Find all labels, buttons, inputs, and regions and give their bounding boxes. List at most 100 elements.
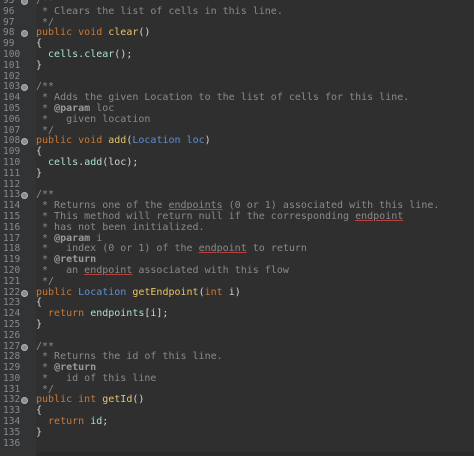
code-token: ) <box>234 286 241 298</box>
code-token: loc <box>90 102 115 114</box>
code-token: endpoints <box>90 308 145 320</box>
code-token: } <box>36 167 43 179</box>
code-token: endpoints <box>168 200 223 212</box>
code-token: * id of this line <box>36 372 157 384</box>
code-line[interactable]: return id; <box>36 416 474 428</box>
code-line[interactable]: * Clears the list of cells in this line. <box>36 5 474 18</box>
line-number-gutter[interactable]: 95 96 97 98 99 100 101 102 103 104 105 106 107 108 109… <box>0 0 36 456</box>
code-token: * <box>36 362 55 374</box>
code-line[interactable]: public Location getEndpoint(int i) <box>36 286 474 299</box>
code-token: * has not been initialized. <box>36 221 205 233</box>
code-line[interactable]: * Returns the id of this line. <box>36 351 474 363</box>
code-token: cells <box>36 48 79 60</box>
line-number: 136 <box>3 437 21 449</box>
code-token: add <box>84 156 103 168</box>
code-token: * Clears the list of cells in this line. <box>36 5 283 17</box>
code-line[interactable] <box>36 331 474 342</box>
line-number: 96 <box>3 5 15 17</box>
code-token: clear <box>84 48 115 60</box>
code-editor[interactable]: 95 96 97 98 99 100 101 102 103 104 105 106 107 108 109… <box>0 0 474 456</box>
fold-marker-icon[interactable] <box>21 84 28 92</box>
code-token: (0 or 1) associated with this line. <box>222 200 440 212</box>
fold-marker-icon[interactable] <box>21 0 28 5</box>
fold-marker-icon[interactable] <box>21 343 28 351</box>
code-token: () <box>132 394 145 406</box>
code-token: * an <box>36 264 85 276</box>
code-token: endpoint <box>198 243 247 255</box>
code-token: to return <box>246 243 307 255</box>
code-token: * Returns one of the <box>36 200 169 212</box>
code-token: * Returns the id of this line. <box>36 351 223 363</box>
code-token: { <box>36 297 43 309</box>
code-token: */ <box>36 383 55 395</box>
code-line[interactable]: } <box>36 318 474 331</box>
fold-marker-icon[interactable] <box>21 289 28 297</box>
code-token: return <box>36 308 91 320</box>
code-token: @param <box>54 102 91 114</box>
code-token: int <box>78 394 103 406</box>
code-line[interactable] <box>36 180 474 191</box>
code-token: } <box>36 318 43 330</box>
code-token: @return <box>54 254 97 266</box>
code-token: [i]; <box>144 308 169 320</box>
code-token: void <box>78 27 109 39</box>
code-token: */ <box>36 124 55 136</box>
code-token: getEndpoint <box>132 286 199 298</box>
code-token: endpoint <box>84 264 133 276</box>
code-line[interactable]: * given location <box>36 114 474 126</box>
code-token: int <box>204 286 229 298</box>
code-line[interactable]: } <box>36 167 474 180</box>
code-token: loc <box>186 135 205 147</box>
code-token: Location <box>78 286 133 298</box>
code-token: () <box>138 27 151 39</box>
code-token: public <box>36 27 79 39</box>
code-token: * This method will return null if the co… <box>36 210 356 222</box>
fold-marker-icon[interactable] <box>21 138 28 146</box>
code-line[interactable] <box>36 72 474 83</box>
line-number: 116 <box>3 221 21 233</box>
code-token: i <box>90 232 103 244</box>
line-number: 106 <box>3 113 21 125</box>
line-number: 121 <box>3 275 21 287</box>
code-line[interactable]: cells.add(loc); <box>36 156 474 169</box>
code-line[interactable]: } <box>36 59 474 72</box>
code-token: getId <box>102 394 133 406</box>
code-token: { <box>36 38 43 50</box>
code-line[interactable]: public void add(Location loc) <box>36 135 474 147</box>
code-token: * <box>36 254 55 266</box>
code-token: /** <box>36 81 55 93</box>
code-line[interactable]: public int getId() <box>36 395 474 406</box>
code-line[interactable]: * id of this line <box>36 372 474 385</box>
code-token: @param <box>54 232 91 244</box>
code-token: * <box>36 102 55 114</box>
code-line[interactable]: * an endpoint associated with this flow <box>36 264 474 277</box>
code-area[interactable]: /** * Clears the list of cells in this l… <box>36 0 474 449</box>
code-line[interactable]: public void clear() <box>36 27 474 39</box>
fold-marker-icon[interactable] <box>21 397 28 405</box>
code-line[interactable]: * index (0 or 1) of the endpoint to retu… <box>36 243 474 255</box>
code-token: /** <box>36 189 55 201</box>
fold-marker-icon[interactable] <box>21 30 28 38</box>
code-token: { <box>36 146 43 158</box>
code-line[interactable]: } <box>36 426 474 439</box>
code-token: endpoint <box>355 210 404 222</box>
code-token: * index (0 or 1) of the <box>36 243 199 255</box>
code-token: cells <box>36 156 79 168</box>
code-token: add <box>108 135 127 147</box>
code-token: */ <box>36 16 55 28</box>
code-line[interactable]: cells.clear(); <box>36 48 474 61</box>
code-token: void <box>78 135 109 147</box>
code-line[interactable]: return endpoints[i]; <box>36 308 474 320</box>
code-token: public <box>36 394 79 406</box>
fold-marker-icon[interactable] <box>21 192 28 200</box>
code-token: public <box>36 135 79 147</box>
code-token: associated with this flow <box>132 264 289 276</box>
code-token: @return <box>54 362 97 374</box>
code-line[interactable] <box>36 439 474 450</box>
code-token: id <box>90 416 103 428</box>
code-token: } <box>36 426 43 438</box>
code-token: Location <box>132 135 187 147</box>
code-token: } <box>36 59 43 71</box>
code-token: return <box>36 416 91 428</box>
code-token: */ <box>36 275 55 287</box>
